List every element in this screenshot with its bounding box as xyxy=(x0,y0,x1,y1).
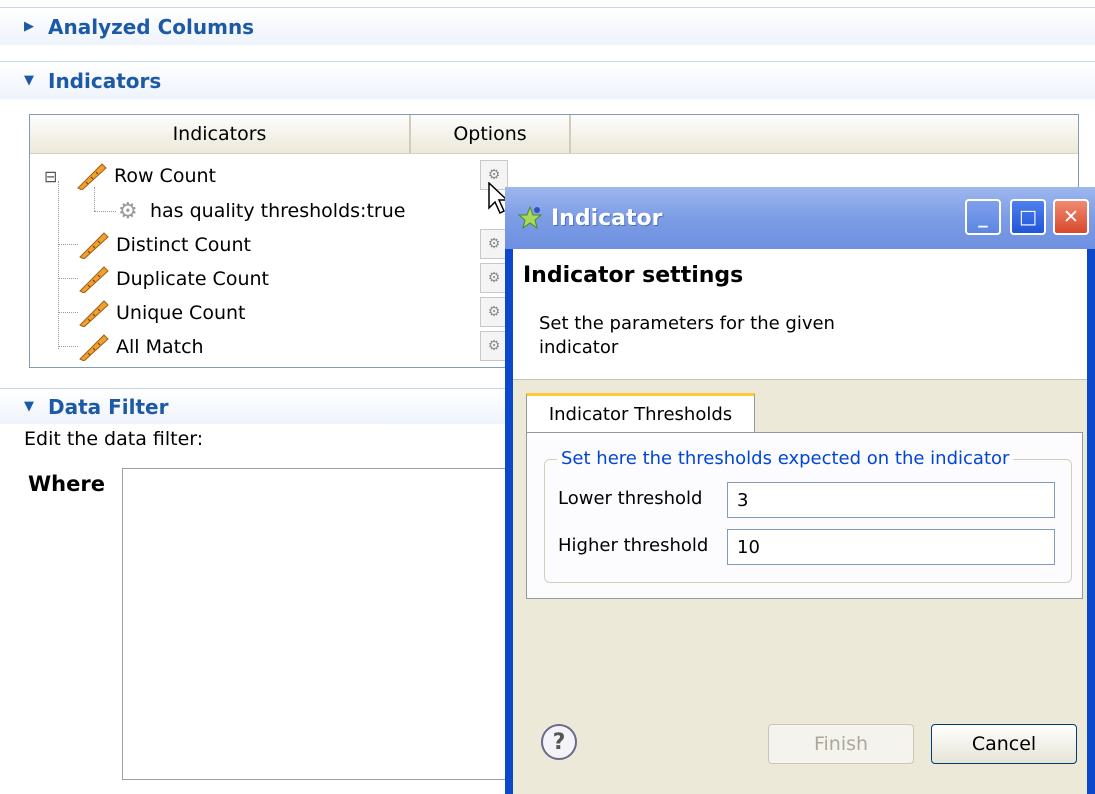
tree-line xyxy=(58,244,78,245)
indicator-label: All Match xyxy=(116,336,204,358)
dialog-heading: Indicator settings xyxy=(523,263,744,288)
dialog-title: Indicator xyxy=(551,205,663,231)
column-header-options[interactable]: Options xyxy=(411,115,571,153)
finish-button[interactable]: Finish xyxy=(768,724,914,764)
dialog-banner: Indicator settings Set the parameters fo… xyxy=(513,249,1087,380)
thresholds-group: Set here the thresholds expected on the … xyxy=(544,448,1072,583)
indicator-label: Distinct Count xyxy=(116,234,251,256)
help-icon[interactable]: ? xyxy=(541,724,577,760)
section-analyzed-columns[interactable]: ▶ Analyzed Columns xyxy=(0,7,1095,45)
gear-icon: ⚙ xyxy=(487,270,501,286)
section-title: Analyzed Columns xyxy=(48,14,255,39)
tree-row-unique-count[interactable]: Unique Count xyxy=(78,296,245,330)
dialog-description: indicator xyxy=(539,337,619,358)
cancel-button[interactable]: Cancel xyxy=(931,724,1077,764)
ruler-icon xyxy=(78,265,110,294)
higher-threshold-input[interactable] xyxy=(727,529,1055,565)
collapse-toggle-icon[interactable]: ⊟ xyxy=(44,167,64,186)
close-button[interactable]: ✕ xyxy=(1053,199,1089,235)
options-gear-button[interactable]: ⚙ xyxy=(480,263,508,293)
tree-row-duplicate-count[interactable]: Duplicate Count xyxy=(78,262,269,296)
maximize-button[interactable]: □ xyxy=(1010,199,1046,235)
table-header: Indicators Options xyxy=(30,115,1078,154)
close-icon: ✕ xyxy=(1063,206,1079,228)
where-label: Where xyxy=(28,472,105,496)
section-title: Indicators xyxy=(48,68,162,93)
section-indicators[interactable]: ▼ Indicators xyxy=(0,61,1095,99)
minimize-icon: _ xyxy=(978,206,988,228)
ruler-icon xyxy=(78,231,110,260)
indicator-app-icon xyxy=(517,205,543,231)
gear-icon: ⚙ xyxy=(118,198,138,224)
group-legend: Set here the thresholds expected on the … xyxy=(557,448,1014,469)
options-gear-button[interactable]: ⚙ xyxy=(480,229,508,259)
ruler-icon xyxy=(78,299,110,328)
options-gear-button[interactable]: ⚙ xyxy=(480,331,508,361)
indicator-label: has quality thresholds:true xyxy=(150,200,406,222)
tree-line xyxy=(58,278,78,279)
section-title: Data Filter xyxy=(48,394,169,419)
where-text-area[interactable] xyxy=(122,468,522,780)
tree-line xyxy=(58,181,59,349)
tree-row-row-count[interactable]: ⊟ Row Count xyxy=(44,159,216,193)
dialog-title-bar[interactable]: Indicator _ □ ✕ xyxy=(505,187,1095,249)
maximize-icon: □ xyxy=(1019,206,1037,228)
lower-threshold-label: Lower threshold xyxy=(558,488,703,509)
indicator-dialog: Indicator _ □ ✕ Indicator settings Set t… xyxy=(505,187,1095,794)
tree-row-quality-thresholds[interactable]: ⚙ has quality thresholds:true xyxy=(118,194,405,228)
ruler-icon xyxy=(78,333,110,362)
options-gear-button[interactable]: ⚙ xyxy=(480,297,508,327)
minimize-button[interactable]: _ xyxy=(965,199,1001,235)
triangle-right-icon: ▶ xyxy=(24,19,34,34)
data-filter-instruction: Edit the data filter: xyxy=(24,428,204,450)
tab-indicator-thresholds[interactable]: Indicator Thresholds xyxy=(526,393,755,433)
gear-icon: ⚙ xyxy=(487,338,501,354)
tree-row-all-match[interactable]: All Match xyxy=(78,330,204,364)
dialog-body: Indicator settings Set the parameters fo… xyxy=(513,249,1087,794)
tree-row-distinct-count[interactable]: Distinct Count xyxy=(78,228,251,262)
tab-panel: Set here the thresholds expected on the … xyxy=(526,432,1083,599)
gear-icon: ⚙ xyxy=(487,304,501,320)
gear-icon: ⚙ xyxy=(487,236,501,252)
column-header-indicators[interactable]: Indicators xyxy=(30,115,411,153)
indicator-label: Duplicate Count xyxy=(116,268,269,290)
indicator-label: Unique Count xyxy=(116,302,246,324)
triangle-down-icon: ▼ xyxy=(24,399,34,414)
triangle-down-icon: ▼ xyxy=(24,73,34,88)
ruler-icon xyxy=(76,162,108,191)
indicator-label: Row Count xyxy=(114,165,216,187)
higher-threshold-label: Higher threshold xyxy=(558,535,709,556)
tree-line xyxy=(58,312,78,313)
help-symbol: ? xyxy=(552,729,566,755)
lower-threshold-input[interactable] xyxy=(727,482,1055,518)
dialog-description: Set the parameters for the given xyxy=(539,313,835,334)
gear-icon: ⚙ xyxy=(487,167,501,183)
tree-line xyxy=(58,346,78,347)
tree-line xyxy=(94,211,116,212)
